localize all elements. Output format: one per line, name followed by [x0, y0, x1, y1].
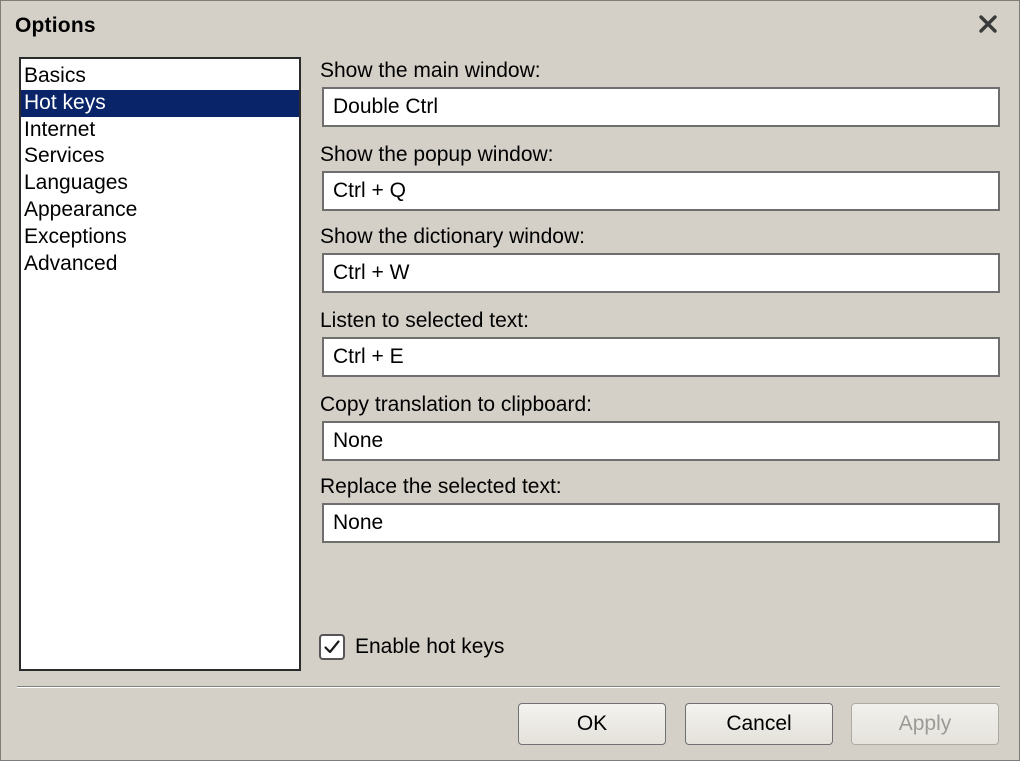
enable-hotkeys-row[interactable]: Enable hot keys — [319, 632, 504, 662]
title-bar: Options — [1, 1, 1019, 53]
close-button[interactable] — [975, 11, 1001, 37]
dictionary-window-hotkey-input[interactable] — [322, 253, 1000, 293]
category-item-exceptions[interactable]: Exceptions — [21, 224, 299, 251]
listen-selected-label: Listen to selected text: — [320, 309, 529, 332]
close-icon — [979, 15, 997, 33]
footer-separator — [17, 686, 1000, 688]
category-item-advanced[interactable]: Advanced — [21, 251, 299, 278]
popup-window-label: Show the popup window: — [320, 143, 554, 166]
replace-selected-label: Replace the selected text: — [320, 475, 562, 498]
category-item-services[interactable]: Services — [21, 143, 299, 170]
category-item-languages[interactable]: Languages — [21, 170, 299, 197]
category-item-appearance[interactable]: Appearance — [21, 197, 299, 224]
apply-button[interactable]: Apply — [851, 703, 999, 745]
category-item-basics[interactable]: Basics — [21, 63, 299, 90]
main-window-label: Show the main window: — [320, 59, 541, 82]
listen-selected-hotkey-input[interactable] — [322, 337, 1000, 377]
replace-selected-hotkey-input[interactable] — [322, 503, 1000, 543]
category-item-hot-keys[interactable]: Hot keys — [21, 89, 299, 117]
ok-button[interactable]: OK — [518, 703, 666, 745]
dictionary-window-label: Show the dictionary window: — [320, 225, 585, 248]
category-list[interactable]: Basics Hot keys Internet Services Langua… — [19, 57, 301, 671]
category-item-internet[interactable]: Internet — [21, 117, 299, 144]
main-window-hotkey-input[interactable] — [322, 87, 1000, 127]
copy-translation-hotkey-input[interactable] — [322, 421, 1000, 461]
options-dialog: Options Basics Hot keys Internet Service… — [0, 0, 1020, 761]
popup-window-hotkey-input[interactable] — [322, 171, 1000, 211]
enable-hotkeys-label: Enable hot keys — [355, 635, 505, 658]
enable-hotkeys-checkbox[interactable] — [319, 634, 345, 660]
checkmark-icon — [324, 640, 340, 654]
dialog-title: Options — [15, 14, 96, 37]
cancel-button[interactable]: Cancel — [685, 703, 833, 745]
copy-translation-label: Copy translation to clipboard: — [320, 393, 592, 416]
